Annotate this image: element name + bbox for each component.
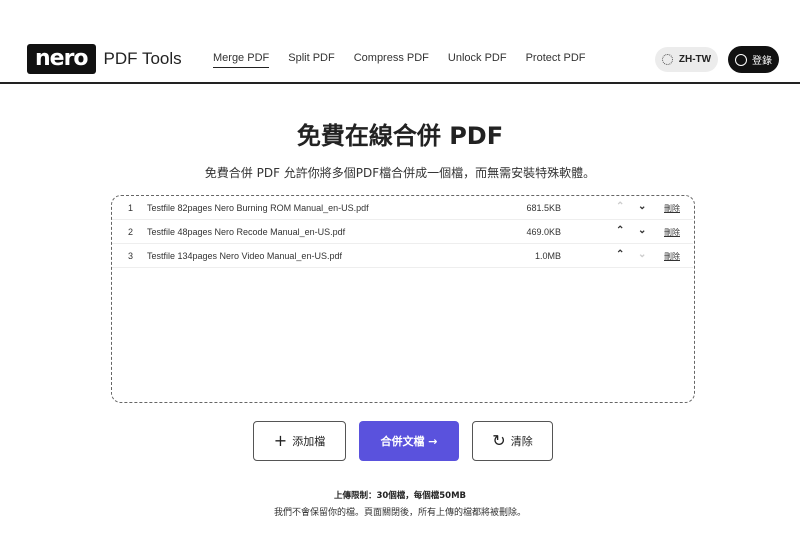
login-button[interactable]: 登錄 [728, 46, 779, 73]
nav-compress-pdf[interactable]: Compress PDF [354, 52, 429, 68]
file-index: 3 [128, 251, 134, 261]
user-icon [735, 53, 747, 66]
chevron-down-icon[interactable]: ⌄ [638, 201, 646, 212]
page-subtitle: 免費合併 PDF 允許你將多個PDF檔合併成一個檔，而無需安裝特殊軟體。 [204, 166, 596, 180]
add-file-label: 添加檔 [292, 435, 326, 448]
clear-label: 清除 [510, 435, 533, 448]
globe-icon [661, 54, 673, 65]
privacy-text: 我們不會保留你的檔。頁面關閉後，所有上傳的檔都將被刪除。 [273, 508, 526, 518]
language-button[interactable]: ZH-TW [655, 47, 718, 72]
chevron-up-icon[interactable]: ⌃ [616, 249, 624, 260]
file-size: 469.0KB [526, 227, 561, 237]
header: nero PDF Tools Merge PDF Split PDF Compr… [0, 0, 800, 84]
chevron-down-icon: ⌄ [638, 249, 647, 260]
add-file-button[interactable]: + 添加檔 [253, 421, 346, 461]
file-name: Testfile 82pages Nero Burning ROM Manual… [147, 203, 369, 213]
chevron-up-icon: ⌃ [616, 201, 625, 212]
file-index: 1 [128, 203, 134, 213]
refresh-icon: ↻ [492, 431, 506, 450]
upload-limit-text: 上傳限制：30個檔，每個檔50MB [333, 491, 467, 501]
file-size: 1.0MB [534, 251, 561, 261]
chevron-up-icon[interactable]: ⌃ [616, 225, 624, 236]
delete-file-link[interactable]: 刪除 [664, 251, 680, 262]
merge-button[interactable]: 合併文檔 → [359, 421, 459, 461]
page-title: 免費在線合併 PDF [296, 122, 504, 150]
clear-button[interactable]: ↻ 清除 [472, 421, 553, 461]
file-name: Testfile 48pages Nero Recode Manual_en-U… [147, 227, 346, 237]
language-label: ZH-TW [678, 54, 712, 65]
logo-badge: nero [27, 44, 96, 74]
delete-file-link[interactable]: 刪除 [664, 203, 680, 214]
nav-unlock-pdf[interactable]: Unlock PDF [448, 52, 507, 68]
file-row: 3 Testfile 134pages Nero Video Manual_en… [112, 244, 693, 268]
nav-split-pdf[interactable]: Split PDF [288, 52, 334, 68]
delete-file-link[interactable]: 刪除 [664, 227, 680, 238]
login-label: 登錄 [752, 56, 772, 67]
merge-label: 合併文檔 → [380, 435, 438, 448]
file-row: 2 Testfile 48pages Nero Recode Manual_en… [112, 220, 693, 244]
plus-icon: + [273, 431, 288, 450]
main-nav: Merge PDF Split PDF Compress PDF Unlock … [213, 52, 605, 68]
file-row: 1 Testfile 82pages Nero Burning ROM Manu… [112, 196, 693, 220]
nav-merge-pdf[interactable]: Merge PDF [213, 52, 270, 68]
logo-text: PDF Tools [103, 49, 182, 68]
chevron-down-icon[interactable]: ⌄ [638, 225, 646, 236]
file-name: Testfile 134pages Nero Video Manual_en-U… [147, 251, 342, 261]
file-dropzone[interactable]: 1 Testfile 82pages Nero Burning ROM Manu… [111, 195, 695, 403]
nav-protect-pdf[interactable]: Protect PDF [526, 52, 586, 68]
file-index: 2 [128, 227, 134, 237]
logo[interactable]: nero PDF Tools [27, 44, 182, 74]
file-size: 681.5KB [526, 203, 561, 213]
